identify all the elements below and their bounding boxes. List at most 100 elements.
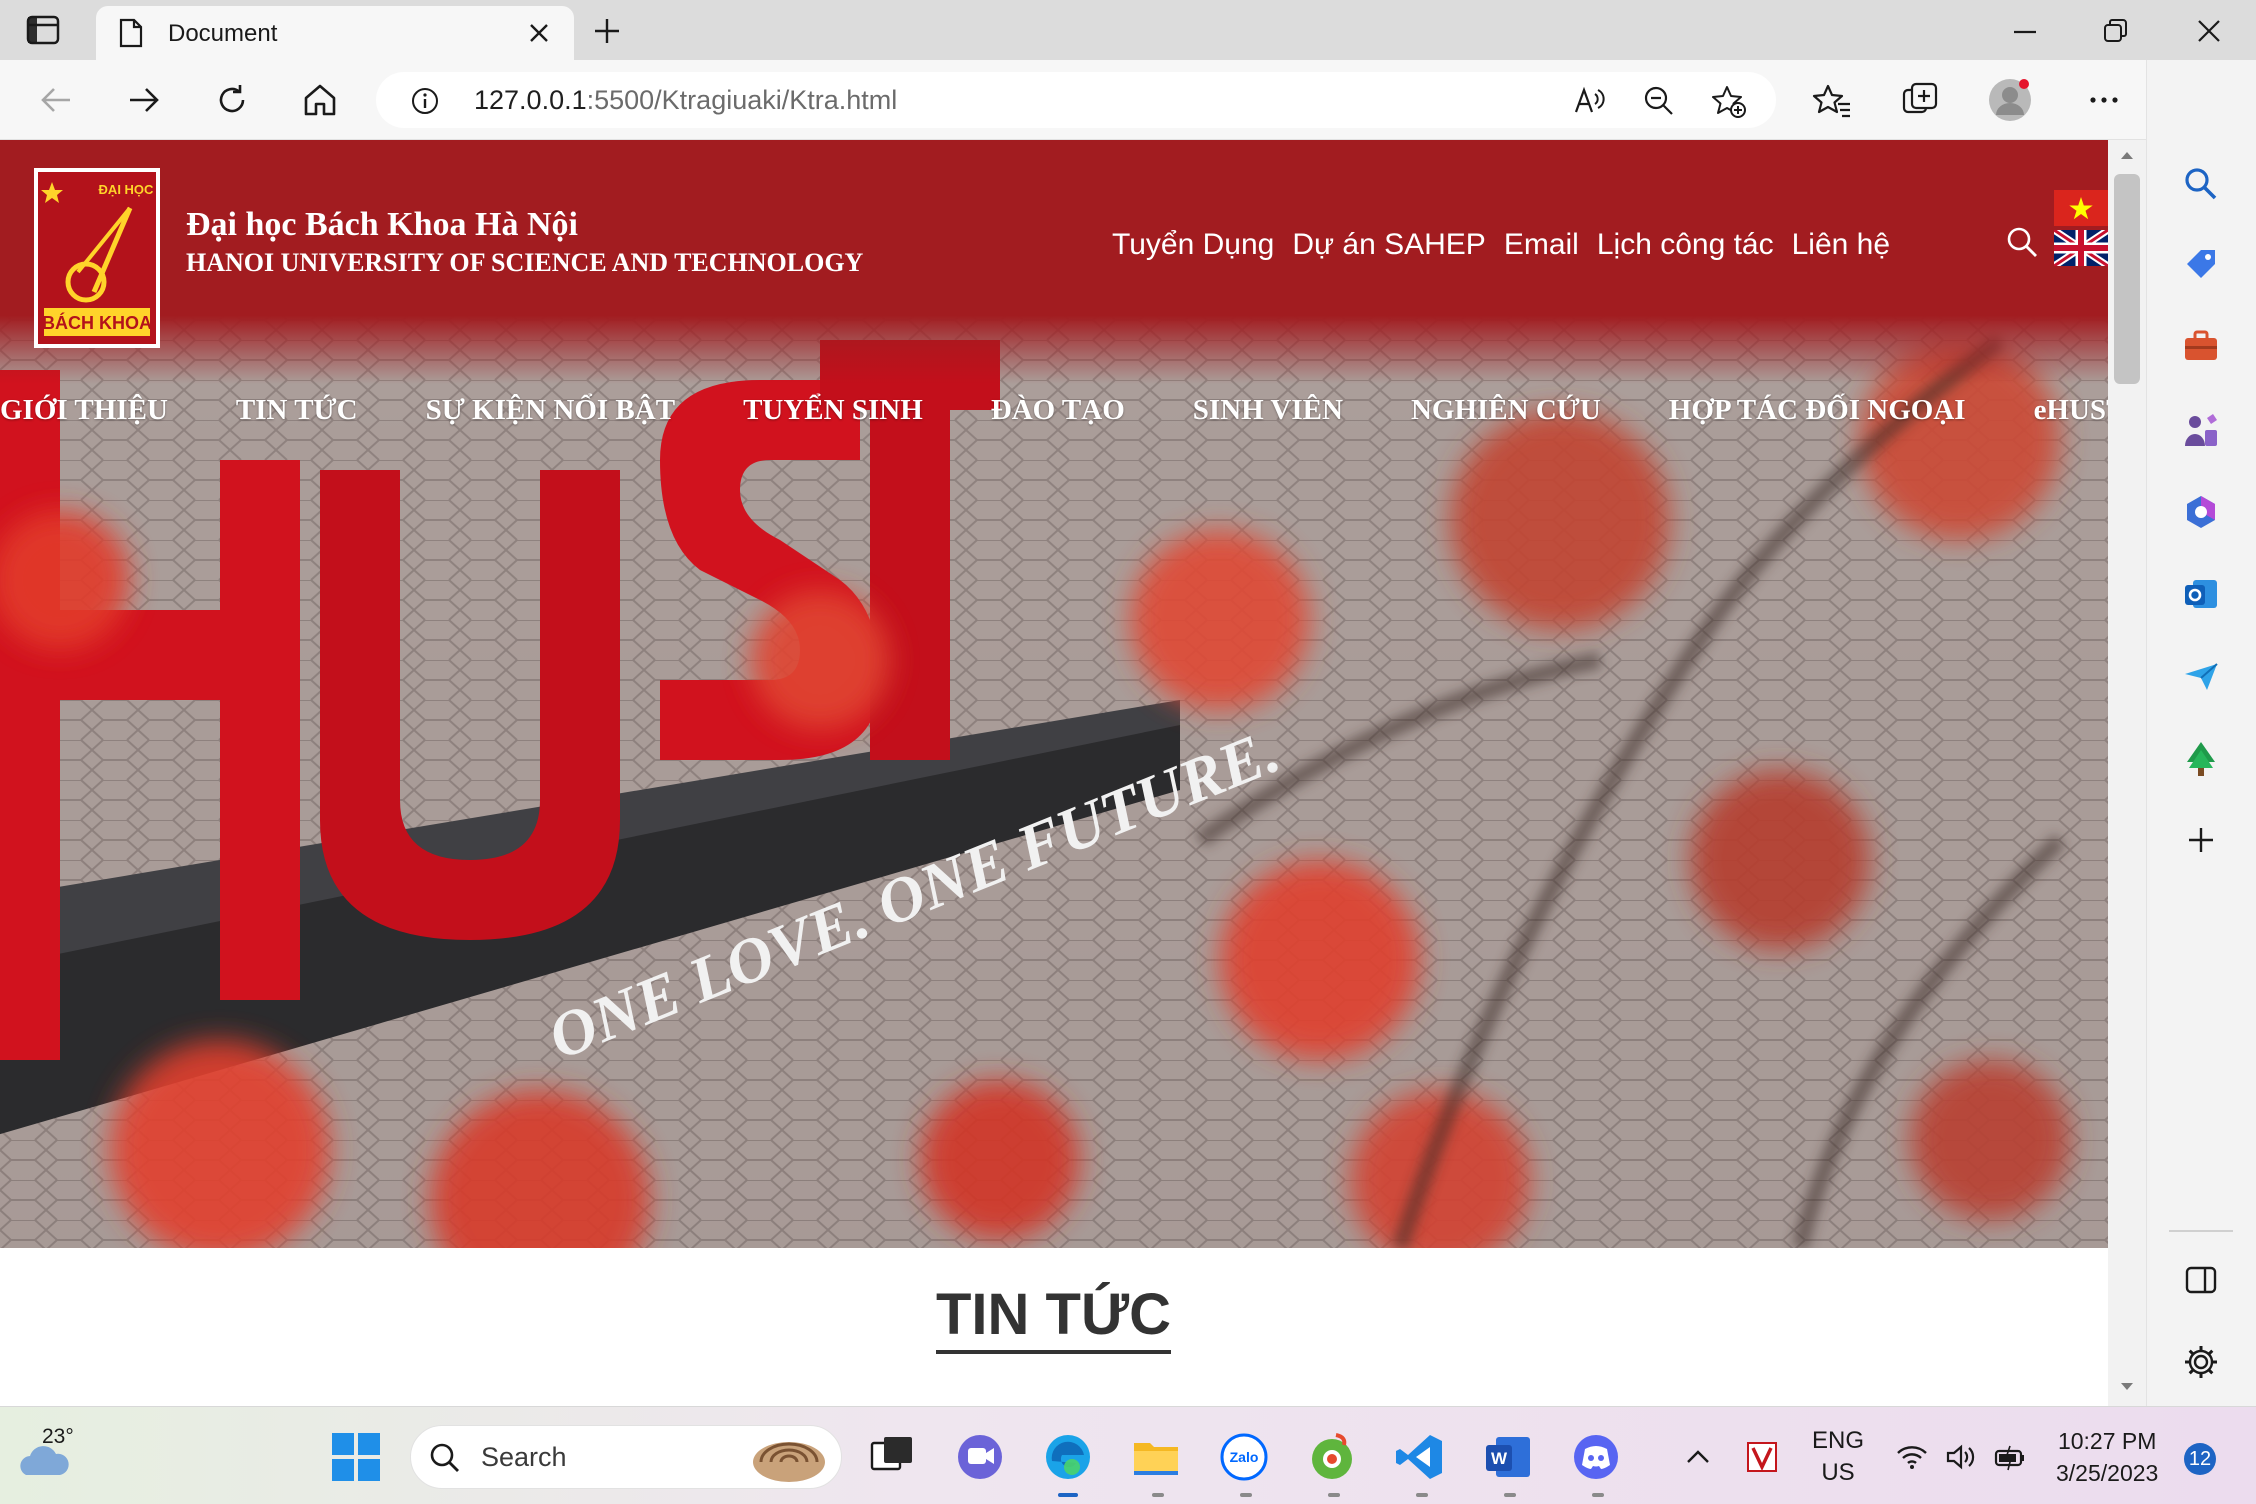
chevron-up-icon[interactable] [1682,1441,1714,1473]
search-highlight-shell-icon [747,1432,831,1484]
svg-text:Zalo: Zalo [1230,1449,1259,1465]
nav-gioi-thieu[interactable]: GIỚI THIỆU [0,394,168,444]
minimize-icon[interactable] [2010,16,2040,46]
tree-icon[interactable] [2181,738,2221,778]
taskbar-search[interactable]: Search [410,1425,842,1489]
active-app-indicator [1058,1493,1078,1497]
favorites-icon[interactable] [1812,80,1852,120]
search-label: Search [481,1442,567,1472]
system-clock[interactable]: 10:27 PM 3/25/2023 [2056,1425,2158,1489]
task-view-icon[interactable] [866,1431,918,1483]
teams-chat-icon[interactable] [954,1431,1006,1483]
edge-sidebar [2146,60,2256,1406]
vietnam-flag-icon[interactable] [2054,190,2108,226]
link-lich-cong-tac[interactable]: Lịch công tác [1597,228,1774,262]
running-indicator [1592,1493,1604,1497]
more-menu-icon[interactable] [2084,80,2124,120]
add-icon[interactable] [2181,820,2221,860]
shopping-tag-icon[interactable] [2181,244,2221,284]
url-host: 127.0.0.1 [474,85,587,115]
link-tuyen-dung[interactable]: Tuyển Dụng [1112,228,1274,262]
vscode-icon[interactable] [1394,1431,1446,1483]
scroll-up-icon[interactable] [2120,150,2134,160]
svg-text:W: W [1491,1449,1508,1468]
discord-icon[interactable] [1570,1431,1622,1483]
read-aloud-icon[interactable] [1572,84,1606,118]
start-icon[interactable] [330,1431,382,1483]
tab-actions-icon[interactable] [26,14,60,46]
address-bar[interactable]: 127.0.0.1:5500/Ktragiuaki/Ktra.html [376,72,1776,128]
browser-tab[interactable]: Document [96,6,574,60]
zalo-icon[interactable]: Zalo [1218,1431,1270,1483]
search-icon[interactable] [2181,164,2221,204]
weather-widget[interactable]: 23° [18,1425,78,1487]
clock-date: 3/25/2023 [2056,1460,2159,1486]
new-tab-icon[interactable] [592,16,622,46]
nav-sinh-vien[interactable]: SINH VIÊN [1193,394,1343,444]
keyboard-layout: US [1821,1459,1855,1486]
input-language[interactable]: ENG US [1812,1425,1864,1489]
running-indicator [1240,1493,1252,1497]
nav-dao-tao[interactable]: ĐÀO TẠO [991,394,1125,444]
running-indicator [1504,1493,1516,1497]
university-logo[interactable]: ĐẠI HỌC BÁCH KHOA [34,168,160,348]
battery-icon[interactable] [1994,1441,2026,1473]
url-text[interactable]: 127.0.0.1:5500/Ktragiuaki/Ktra.html [474,85,897,116]
word-icon[interactable]: W [1482,1431,1534,1483]
site-header: ĐẠI HỌC BÁCH KHOA Đại học Bách Khoa Hà N… [0,140,2108,384]
vietkey-icon[interactable] [1746,1441,1778,1473]
zoom-out-icon[interactable] [1642,84,1676,118]
nav-nghien-cuu[interactable]: NGHIÊN CỨU [1411,394,1601,444]
hide-sidebar-icon[interactable] [2181,1260,2221,1300]
browser-toolbar: 127.0.0.1:5500/Ktragiuaki/Ktra.html [0,60,2256,140]
language-code: ENG [1812,1427,1865,1454]
add-favorite-icon[interactable] [1712,84,1746,118]
windows-taskbar: 23° Search Zalo W ENG US 10:27 PM 3/25/2… [0,1406,2256,1504]
nav-su-kien[interactable]: SỰ KIỆN NỔI BẬT [426,394,676,444]
clock-time: 10:27 PM [2057,1428,2157,1454]
nav-tuyen-sinh[interactable]: TUYỂN SINH [743,394,923,444]
back-icon[interactable] [36,80,76,120]
edge-icon[interactable] [1042,1431,1094,1483]
wifi-icon[interactable] [1896,1441,1928,1473]
link-email[interactable]: Email [1504,228,1579,262]
nav-tin-tuc[interactable]: TIN TỨC [236,394,358,444]
gear-icon[interactable] [2181,1342,2221,1382]
forward-icon[interactable] [124,80,164,120]
tools-icon[interactable] [2181,326,2221,366]
scroll-thumb[interactable] [2114,174,2140,384]
site-name-vi[interactable]: Đại học Bách Khoa Hà Nội [186,206,578,244]
collections-icon[interactable] [1900,80,1940,120]
page-viewport: ONE LOVE. ONE FUTURE. ĐẠI HỌC BÁCH KHOA … [0,140,2108,1406]
outlook-icon[interactable] [2181,574,2221,614]
close-tab-icon[interactable] [528,22,550,44]
link-lien-he[interactable]: Liên hệ [1792,228,1890,262]
running-indicator [1416,1493,1428,1497]
games-icon[interactable] [2181,410,2221,450]
running-indicator [1152,1493,1164,1497]
home-icon[interactable] [300,80,340,120]
site-search-icon[interactable] [2004,224,2040,260]
microsoft-365-icon[interactable] [2181,492,2221,532]
close-window-icon[interactable] [2194,16,2224,46]
site-info-icon[interactable] [410,86,440,116]
logo-text-top: ĐẠI HỌC [99,182,155,197]
notification-badge[interactable]: 12 [2184,1443,2216,1475]
file-explorer-icon[interactable] [1130,1431,1182,1483]
volume-icon[interactable] [1944,1441,1976,1473]
link-sahep[interactable]: Dự án SAHEP [1292,228,1486,262]
temperature: 23° [42,1425,74,1448]
nav-ehust[interactable]: eHUST [2034,394,2108,444]
send-icon[interactable] [2181,656,2221,696]
uk-flag-icon[interactable] [2054,230,2108,266]
refresh-icon[interactable] [212,80,252,120]
page-scrollbar[interactable] [2108,140,2146,1406]
site-name-en[interactable]: HANOI UNIVERSITY OF SCIENCE AND TECHNOLO… [186,248,863,278]
scroll-down-icon[interactable] [2120,1382,2134,1392]
profile-avatar[interactable] [1988,78,2032,122]
coccoc-icon[interactable] [1306,1431,1358,1483]
nav-hop-tac[interactable]: HỢP TÁC ĐỐI NGOẠI [1669,394,1966,444]
restore-icon[interactable] [2100,16,2130,46]
tab-strip: Document [0,0,2256,60]
sidebar-divider [2169,1230,2233,1232]
